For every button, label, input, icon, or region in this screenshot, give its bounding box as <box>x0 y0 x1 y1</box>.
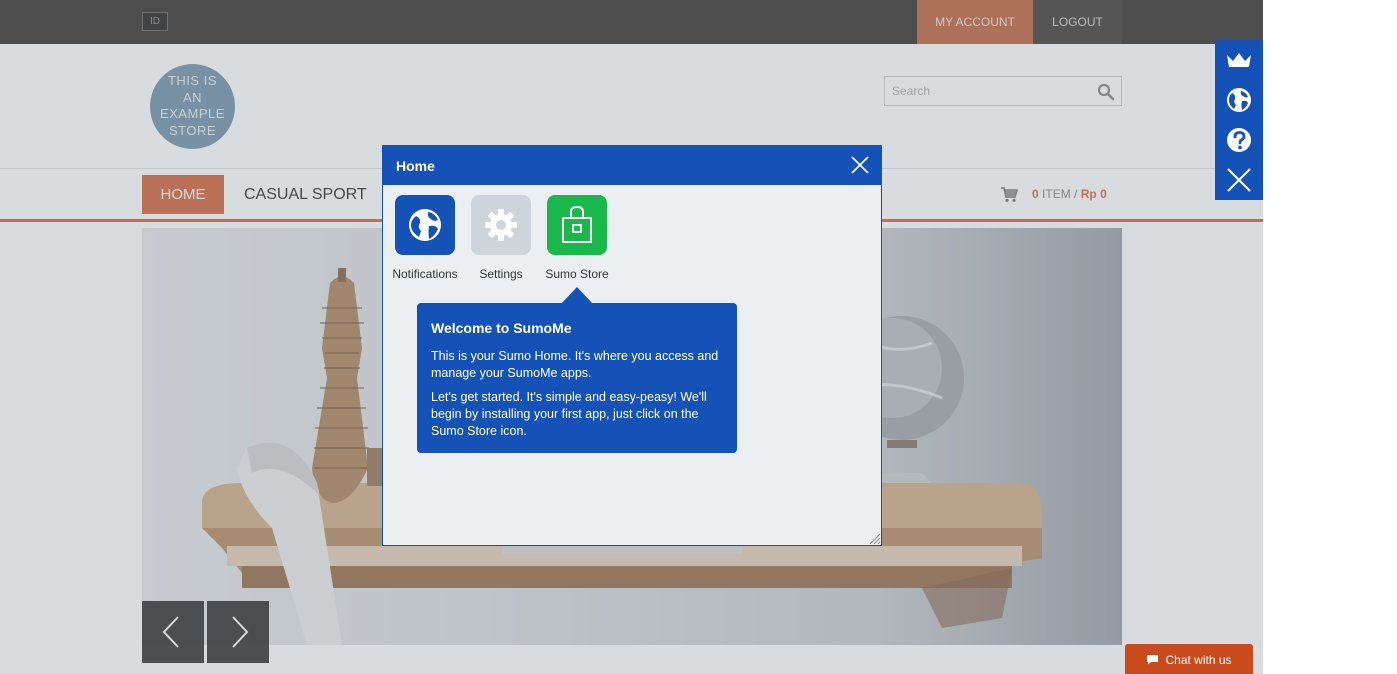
close-icon[interactable] <box>1223 164 1255 196</box>
chat-label: Chat with us <box>1165 653 1232 667</box>
app-notifications-label: Notifications <box>392 267 458 281</box>
resize-grip-icon[interactable] <box>867 531 881 545</box>
chat-bubble-icon <box>1147 655 1159 665</box>
close-icon[interactable] <box>849 154 871 176</box>
welcome-tooltip: Welcome to SumoMe This is your Sumo Home… <box>417 303 737 453</box>
sumo-sidebar <box>1215 40 1263 200</box>
app-settings-button[interactable] <box>471 195 531 255</box>
gear-icon <box>485 209 517 241</box>
modal-header[interactable]: Home <box>383 146 881 185</box>
page: ID MY ACCOUNT LOGOUT THIS IS AN EXAMPLE … <box>0 0 1263 674</box>
app-sumo-store-label: Sumo Store <box>545 267 609 281</box>
app-sumo-store-button[interactable] <box>547 195 607 255</box>
crown-icon[interactable] <box>1223 44 1255 76</box>
tooltip-arrow <box>561 287 593 304</box>
tooltip-title: Welcome to SumoMe <box>431 320 572 336</box>
app-settings-label: Settings <box>479 267 523 281</box>
tooltip-paragraph: This is your Sumo Home. It's where you a… <box>431 349 719 380</box>
app-notifications-button[interactable] <box>395 195 455 255</box>
globe-icon <box>409 209 441 241</box>
chat-with-us-button[interactable]: Chat with us <box>1125 644 1253 674</box>
modal-title: Home <box>396 158 435 174</box>
help-icon[interactable] <box>1223 124 1255 156</box>
globe-icon[interactable] <box>1223 84 1255 116</box>
shopping-bag-icon <box>562 205 592 243</box>
tooltip-paragraph: Let's get started. It's simple and easy-… <box>431 390 707 438</box>
